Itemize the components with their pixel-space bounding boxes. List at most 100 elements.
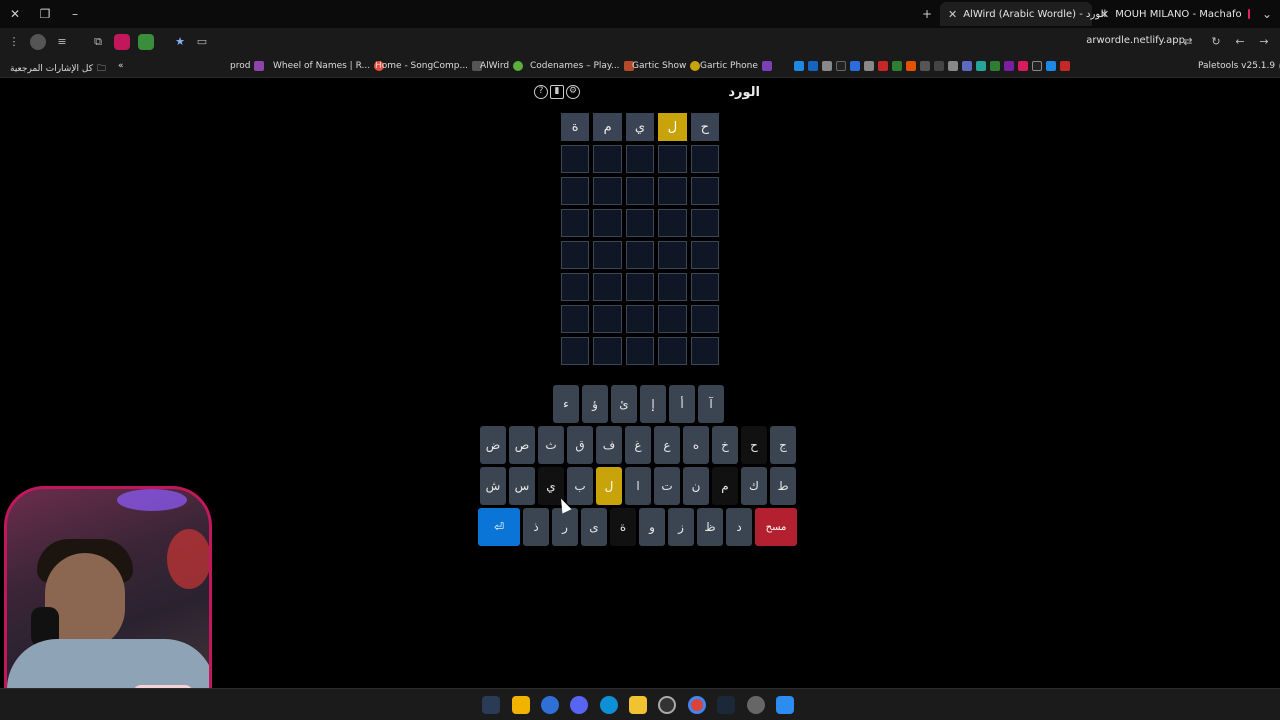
- key-krow2-3[interactable]: ق: [567, 426, 593, 464]
- bookmark-favicon-icon[interactable]: [864, 61, 874, 71]
- discord-icon[interactable]: [570, 696, 588, 714]
- key-krow3-5[interactable]: ا: [625, 467, 651, 505]
- bookmark-favicon-icon[interactable]: [1032, 61, 1042, 71]
- key-krow2-0[interactable]: ض: [480, 426, 506, 464]
- settings-icon[interactable]: [747, 696, 765, 714]
- key-krow3-7[interactable]: ن: [683, 467, 709, 505]
- key-krow2-10[interactable]: ج: [770, 426, 796, 464]
- back-icon[interactable]: →: [1256, 34, 1272, 50]
- menu-icon[interactable]: ⋮: [6, 34, 22, 50]
- bookmark-favicon-icon[interactable]: [934, 61, 944, 71]
- new-tab-icon[interactable]: +: [918, 5, 936, 23]
- file-explorer-icon[interactable]: [629, 696, 647, 714]
- reading-list-icon[interactable]: ≡: [54, 34, 70, 50]
- steam-icon[interactable]: [482, 696, 500, 714]
- delete-button[interactable]: مسح: [755, 508, 797, 546]
- chrome-icon[interactable]: [688, 696, 706, 714]
- profile-icon[interactable]: [30, 34, 46, 50]
- key-krow2-7[interactable]: ه: [683, 426, 709, 464]
- edge-icon[interactable]: [600, 696, 618, 714]
- cast-icon[interactable]: ▭: [194, 34, 210, 50]
- close-tab-icon[interactable]: ✕: [1100, 8, 1109, 21]
- bookmark-favicon-icon[interactable]: [906, 61, 916, 71]
- bookmark-favicon-icon[interactable]: [808, 61, 818, 71]
- bookmark-favicon-icon[interactable]: [962, 61, 972, 71]
- key-krow4-3[interactable]: ة: [610, 508, 636, 546]
- start-menu-icon[interactable]: [776, 696, 794, 714]
- bookmark-codenames[interactable]: Codenames – Play...: [530, 61, 634, 71]
- tab-mouh-milano[interactable]: ✕ MOUH MILANO - Machafo: [1100, 2, 1250, 26]
- key-krow1-0[interactable]: ء: [553, 385, 579, 423]
- key-krow1-2[interactable]: ئ: [611, 385, 637, 423]
- key-krow3-1[interactable]: س: [509, 467, 535, 505]
- key-krow1-1[interactable]: ؤ: [582, 385, 608, 423]
- key-krow3-8[interactable]: م: [712, 467, 738, 505]
- bookmark-star-icon[interactable]: ★: [172, 34, 188, 50]
- help-icon[interactable]: ?: [534, 85, 548, 99]
- key-krow4-5[interactable]: ز: [668, 508, 694, 546]
- bookmark-favicon-icon[interactable]: [1060, 61, 1070, 71]
- minimize-window-icon[interactable]: –: [66, 5, 84, 23]
- bookmark-favicon-icon[interactable]: [1018, 61, 1028, 71]
- key-krow1-4[interactable]: أ: [669, 385, 695, 423]
- key-krow4-1[interactable]: ر: [552, 508, 578, 546]
- rockstar-icon[interactable]: [512, 696, 530, 714]
- obs-icon[interactable]: [658, 696, 676, 714]
- bookmark-favicon-icon[interactable]: [1046, 61, 1056, 71]
- key-krow1-3[interactable]: إ: [640, 385, 666, 423]
- extension-green-icon[interactable]: [138, 34, 154, 50]
- bookmark-all[interactable]: كل الإشارات المرجعية 🗀: [10, 61, 106, 77]
- key-krow2-9[interactable]: ح: [741, 426, 767, 464]
- bookmark-favicon-icon[interactable]: [920, 61, 930, 71]
- key-krow4-4[interactable]: و: [639, 508, 665, 546]
- bookmark-gartic-show[interactable]: Gartic Show: [632, 61, 701, 71]
- address-bar-url[interactable]: arwordle.netlify.app: [1086, 35, 1185, 46]
- key-krow3-3[interactable]: ب: [567, 467, 593, 505]
- key-krow4-6[interactable]: ظ: [697, 508, 723, 546]
- site-settings-icon[interactable]: ⇄: [1180, 34, 1196, 50]
- bookmark-favicon-icon[interactable]: [850, 61, 860, 71]
- bookmark-favicon-icon[interactable]: [948, 61, 958, 71]
- key-krow4-2[interactable]: ى: [581, 508, 607, 546]
- bookmark-wheel-of-names[interactable]: Wheel of Names | R...: [273, 61, 385, 71]
- reload-icon[interactable]: ↻: [1208, 34, 1224, 50]
- bookmark-favicon-icon[interactable]: [836, 61, 846, 71]
- key-krow2-4[interactable]: ف: [596, 426, 622, 464]
- app-icon[interactable]: [541, 696, 559, 714]
- key-krow4-7[interactable]: د: [726, 508, 752, 546]
- bookmark-favicon-icon[interactable]: [822, 61, 832, 71]
- bookmark-favicon-icon[interactable]: [878, 61, 888, 71]
- extension-shield-icon[interactable]: [114, 34, 130, 50]
- key-krow4-0[interactable]: ذ: [523, 508, 549, 546]
- tab-alwird[interactable]: ✕ AlWird (Arabic Wordle) - الورد: [940, 2, 1106, 26]
- key-krow3-6[interactable]: ت: [654, 467, 680, 505]
- bookmark-favicon-icon[interactable]: [794, 61, 804, 71]
- bookmark-prod[interactable]: prod: [230, 61, 265, 71]
- key-krow2-1[interactable]: ص: [509, 426, 535, 464]
- key-krow3-10[interactable]: ط: [770, 467, 796, 505]
- key-krow2-5[interactable]: غ: [625, 426, 651, 464]
- key-krow3-0[interactable]: ش: [480, 467, 506, 505]
- key-krow3-4[interactable]: ل: [596, 467, 622, 505]
- key-krow2-2[interactable]: ث: [538, 426, 564, 464]
- extensions-icon[interactable]: ⧉: [90, 34, 106, 50]
- settings-gear-icon[interactable]: ⚙: [566, 85, 580, 99]
- bookmark-paletools[interactable]: Paletools v25.1.9: [1198, 61, 1280, 71]
- steam-app-icon[interactable]: [717, 696, 735, 714]
- bookmark-favicon-icon[interactable]: [976, 61, 986, 71]
- close-tab-icon[interactable]: ✕: [948, 8, 957, 21]
- key-krow2-8[interactable]: خ: [712, 426, 738, 464]
- bookmark-favicon-icon[interactable]: [892, 61, 902, 71]
- stats-icon[interactable]: ▮: [550, 85, 564, 99]
- tab-search-icon[interactable]: ⌄: [1258, 5, 1276, 23]
- bookmark-favicon-icon[interactable]: [1004, 61, 1014, 71]
- key-krow1-5[interactable]: آ: [698, 385, 724, 423]
- enter-button[interactable]: ⏎: [478, 508, 520, 546]
- key-krow2-6[interactable]: ع: [654, 426, 680, 464]
- key-krow3-9[interactable]: ك: [741, 467, 767, 505]
- bookmark-alwird[interactable]: AlWird: [480, 61, 524, 71]
- bookmark-gartic-phone[interactable]: Gartic Phone: [700, 61, 772, 71]
- restore-window-icon[interactable]: ❐: [36, 5, 54, 23]
- bookmarks-overflow-icon[interactable]: «: [118, 61, 124, 71]
- close-window-icon[interactable]: ✕: [6, 5, 24, 23]
